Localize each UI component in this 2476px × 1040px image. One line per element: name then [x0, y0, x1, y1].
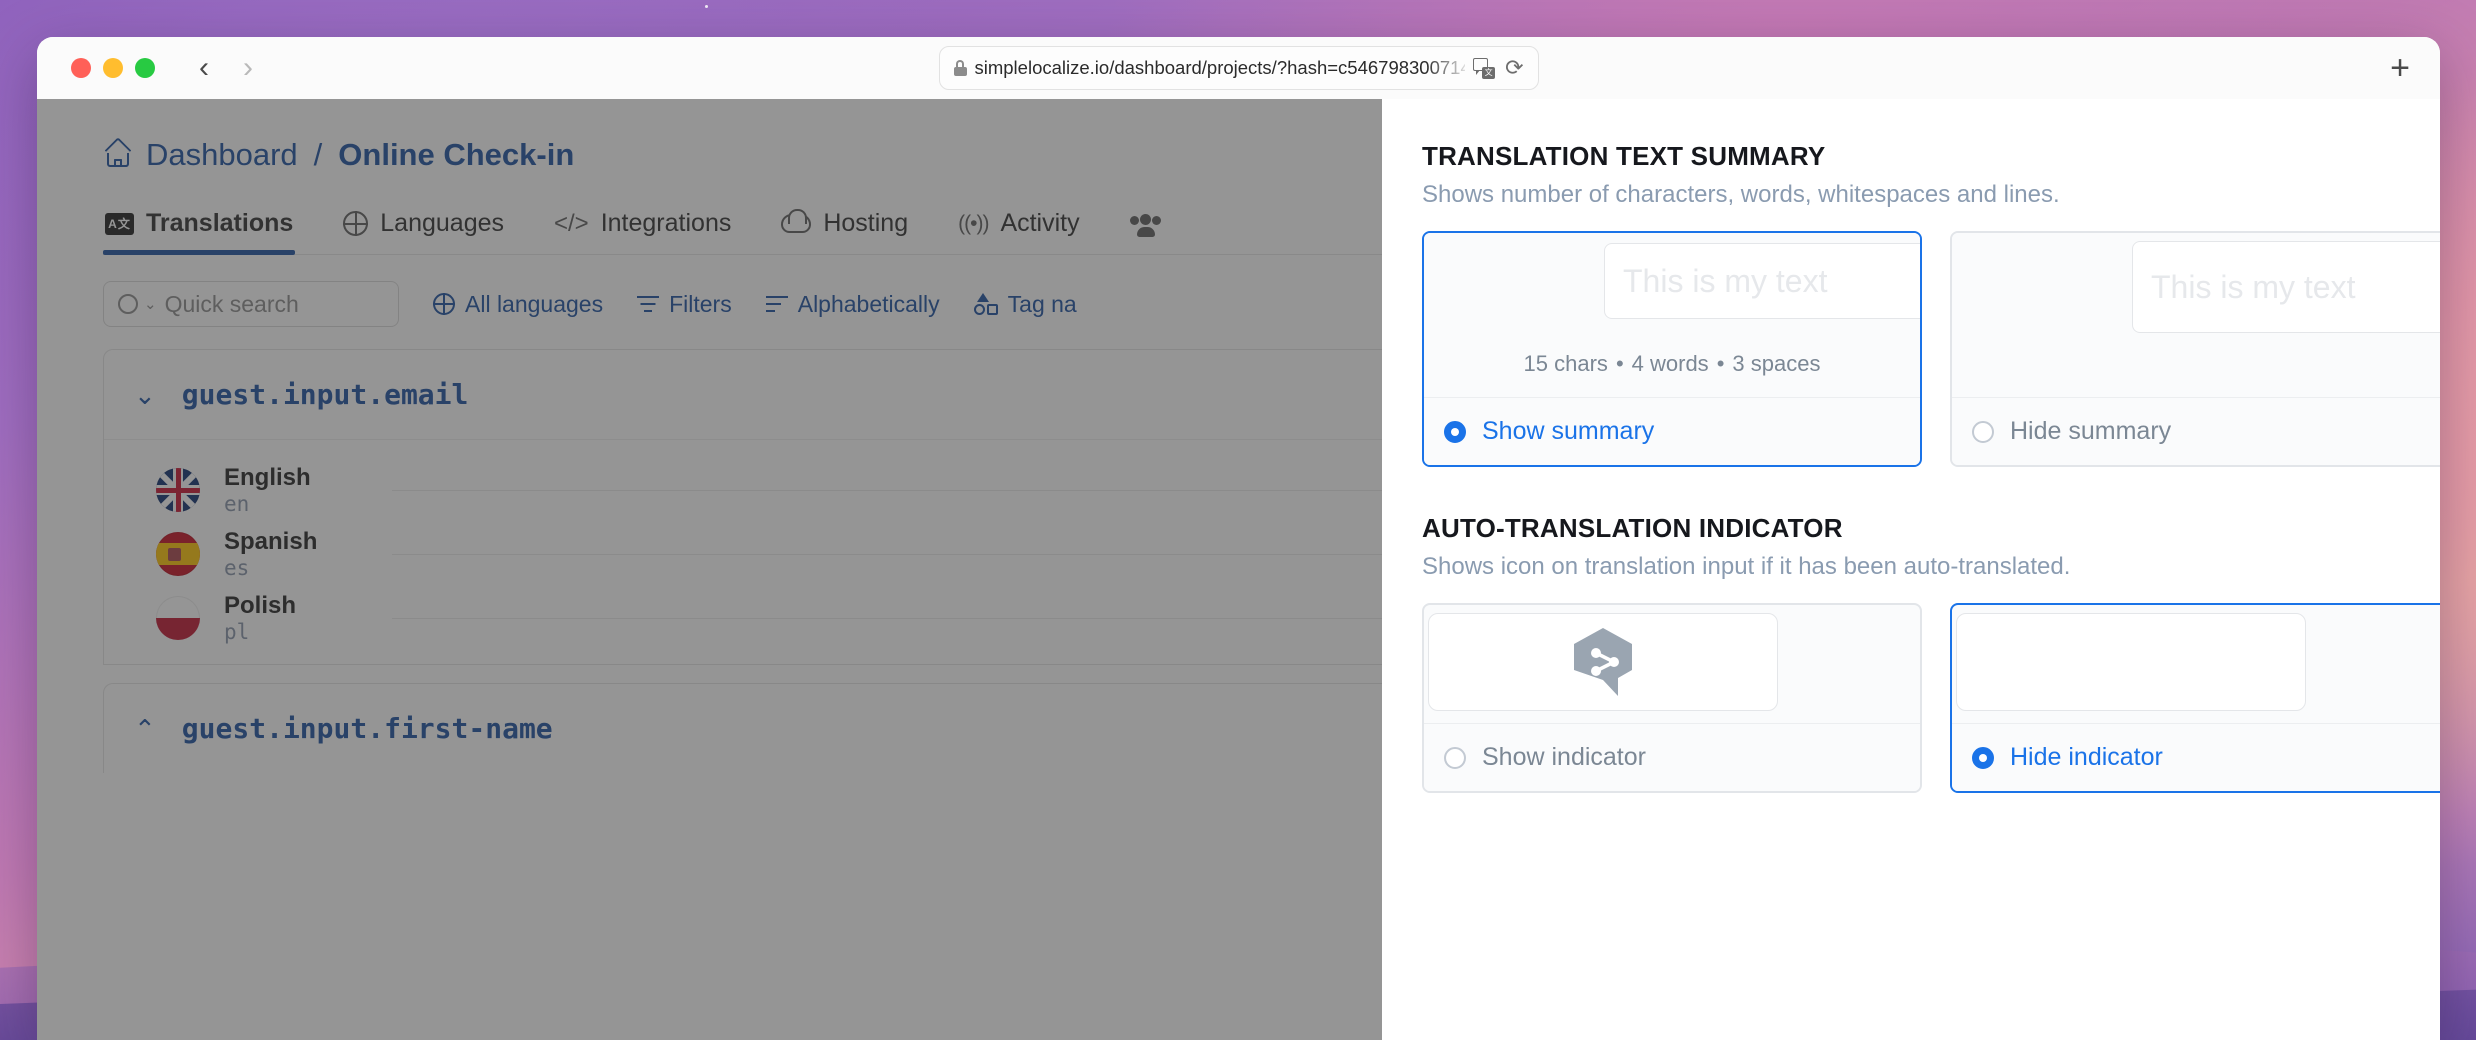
stats-separator: •: [1716, 351, 1725, 376]
radio-show-indicator[interactable]: [1444, 746, 1466, 769]
auto-translation-badge-icon: [1570, 626, 1636, 698]
option-label: Show indicator: [1482, 743, 1646, 771]
option-label: Hide indicator: [2010, 743, 2163, 771]
address-bar-actions[interactable]: ⟳: [1473, 57, 1524, 79]
forward-button[interactable]: ›: [235, 53, 261, 83]
stats-spaces: 3 spaces: [1732, 351, 1821, 376]
preview-input: This is my text: [2132, 241, 2440, 333]
option-label: Show summary: [1482, 417, 1655, 445]
editor-settings-drawer: TRANSLATION TEXT SUMMARY Shows number of…: [1382, 99, 2440, 1040]
radio-hide-indicator[interactable]: [1972, 746, 1994, 769]
browser-window: ‹ › simplelocalize.io/dashboard/projects…: [37, 37, 2440, 1040]
new-tab-button[interactable]: +: [2390, 51, 2410, 85]
option-preview: This is my text: [1952, 233, 2440, 351]
wallpaper-star: [705, 5, 708, 8]
address-bar[interactable]: simplelocalize.io/dashboard/projects/?ha…: [938, 46, 1539, 90]
preview-stats: [1952, 351, 2440, 397]
option-preview: [1952, 605, 2440, 723]
radio-show-summary[interactable]: [1444, 420, 1466, 443]
translate-icon[interactable]: [1473, 57, 1496, 79]
reload-icon[interactable]: ⟳: [1505, 57, 1523, 79]
preview-input: This is my text: [1604, 243, 1920, 319]
preview-ghost-text: This is my text: [1623, 262, 1828, 299]
section-title: AUTO-TRANSLATION INDICATOR: [1422, 513, 1843, 543]
back-button[interactable]: ‹: [191, 53, 217, 83]
section-subtitle: Shows number of characters, words, white…: [1422, 181, 2060, 208]
option-footer[interactable]: Hide summary: [1952, 397, 2440, 465]
address-bar-url: simplelocalize.io/dashboard/projects/?ha…: [974, 57, 1466, 78]
radio-hide-summary[interactable]: [1972, 420, 1994, 443]
option-preview: This is my text: [1424, 233, 1920, 351]
option-footer[interactable]: Hide indicator: [1952, 723, 2440, 791]
page-content: Dashboard / Online Check-in A文 Translati…: [37, 99, 2440, 1040]
option-card-show-summary[interactable]: This is my text 15 chars • 4 words • 3 s…: [1422, 231, 1922, 467]
stats-words: 4 words: [1631, 351, 1709, 376]
stats-chars: 15 chars: [1523, 351, 1608, 376]
option-cards: Show indicator Hide indicator: [1422, 603, 2440, 793]
lock-icon: [953, 60, 967, 76]
navigation-buttons[interactable]: ‹ ›: [191, 53, 261, 83]
zoom-window-button[interactable]: [135, 58, 155, 78]
stats-separator: •: [1615, 351, 1624, 376]
option-label: Hide summary: [2010, 417, 2172, 445]
preview-stats: 15 chars • 4 words • 3 spaces: [1424, 351, 1920, 397]
option-footer[interactable]: Show indicator: [1424, 723, 1920, 791]
preview-input: [1428, 613, 1778, 711]
option-card-hide-indicator[interactable]: Hide indicator: [1950, 603, 2440, 793]
option-footer[interactable]: Show summary: [1424, 397, 1920, 465]
section-title: TRANSLATION TEXT SUMMARY: [1422, 141, 1826, 171]
option-cards: This is my text 15 chars • 4 words • 3 s…: [1422, 231, 2440, 467]
translation-text-summary-section: TRANSLATION TEXT SUMMARY Shows number of…: [1422, 141, 2440, 467]
option-card-hide-summary[interactable]: This is my text Hide summary: [1950, 231, 2440, 467]
browser-titlebar: ‹ › simplelocalize.io/dashboard/projects…: [37, 37, 2440, 99]
preview-input: [1956, 613, 2306, 711]
preview-ghost-text: This is my text: [2151, 268, 2356, 305]
option-card-show-indicator[interactable]: Show indicator: [1422, 603, 1922, 793]
option-preview: [1424, 605, 1920, 723]
window-controls[interactable]: [71, 58, 155, 78]
close-window-button[interactable]: [71, 58, 91, 78]
minimize-window-button[interactable]: [103, 58, 123, 78]
auto-translation-indicator-section: AUTO-TRANSLATION INDICATOR Shows icon on…: [1422, 513, 2440, 793]
section-subtitle: Shows icon on translation input if it ha…: [1422, 553, 2071, 580]
